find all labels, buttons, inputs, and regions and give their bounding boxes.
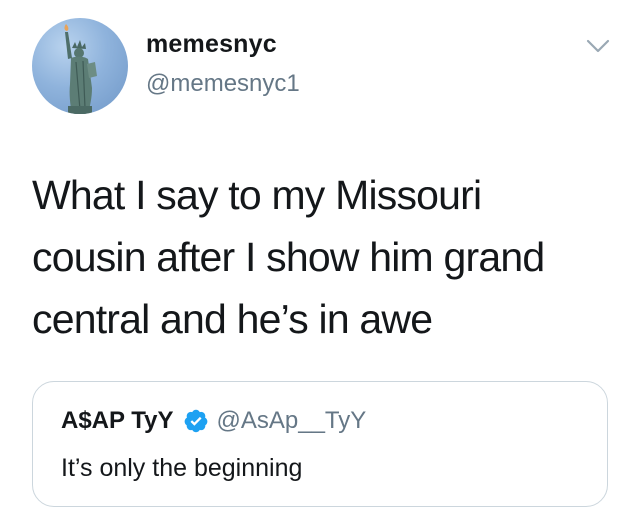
- display-name[interactable]: memesnyc: [146, 30, 277, 59]
- quoted-display-name: A$AP TyY: [61, 407, 174, 434]
- verified-badge-icon: [184, 409, 207, 433]
- user-handle[interactable]: @memesnyc1: [146, 70, 300, 98]
- avatar[interactable]: [32, 18, 128, 114]
- tweet-text: What I say to my Missouri cousin after I…: [32, 172, 545, 342]
- quoted-tweet-text: It’s only the beginning: [61, 454, 303, 482]
- quoted-tweet[interactable]: A$AP TyY @AsAp__TyY It’s only the beginn…: [32, 381, 608, 507]
- quoted-user-handle: @AsAp__TyY: [216, 407, 367, 434]
- chevron-down-icon[interactable]: [586, 38, 610, 54]
- quoted-tweet-header: A$AP TyY @AsAp__TyY: [61, 406, 366, 436]
- statue-of-liberty-icon: [64, 24, 97, 114]
- tweet-card: memesnyc @memesnyc1 What I say to my Mis…: [0, 0, 640, 522]
